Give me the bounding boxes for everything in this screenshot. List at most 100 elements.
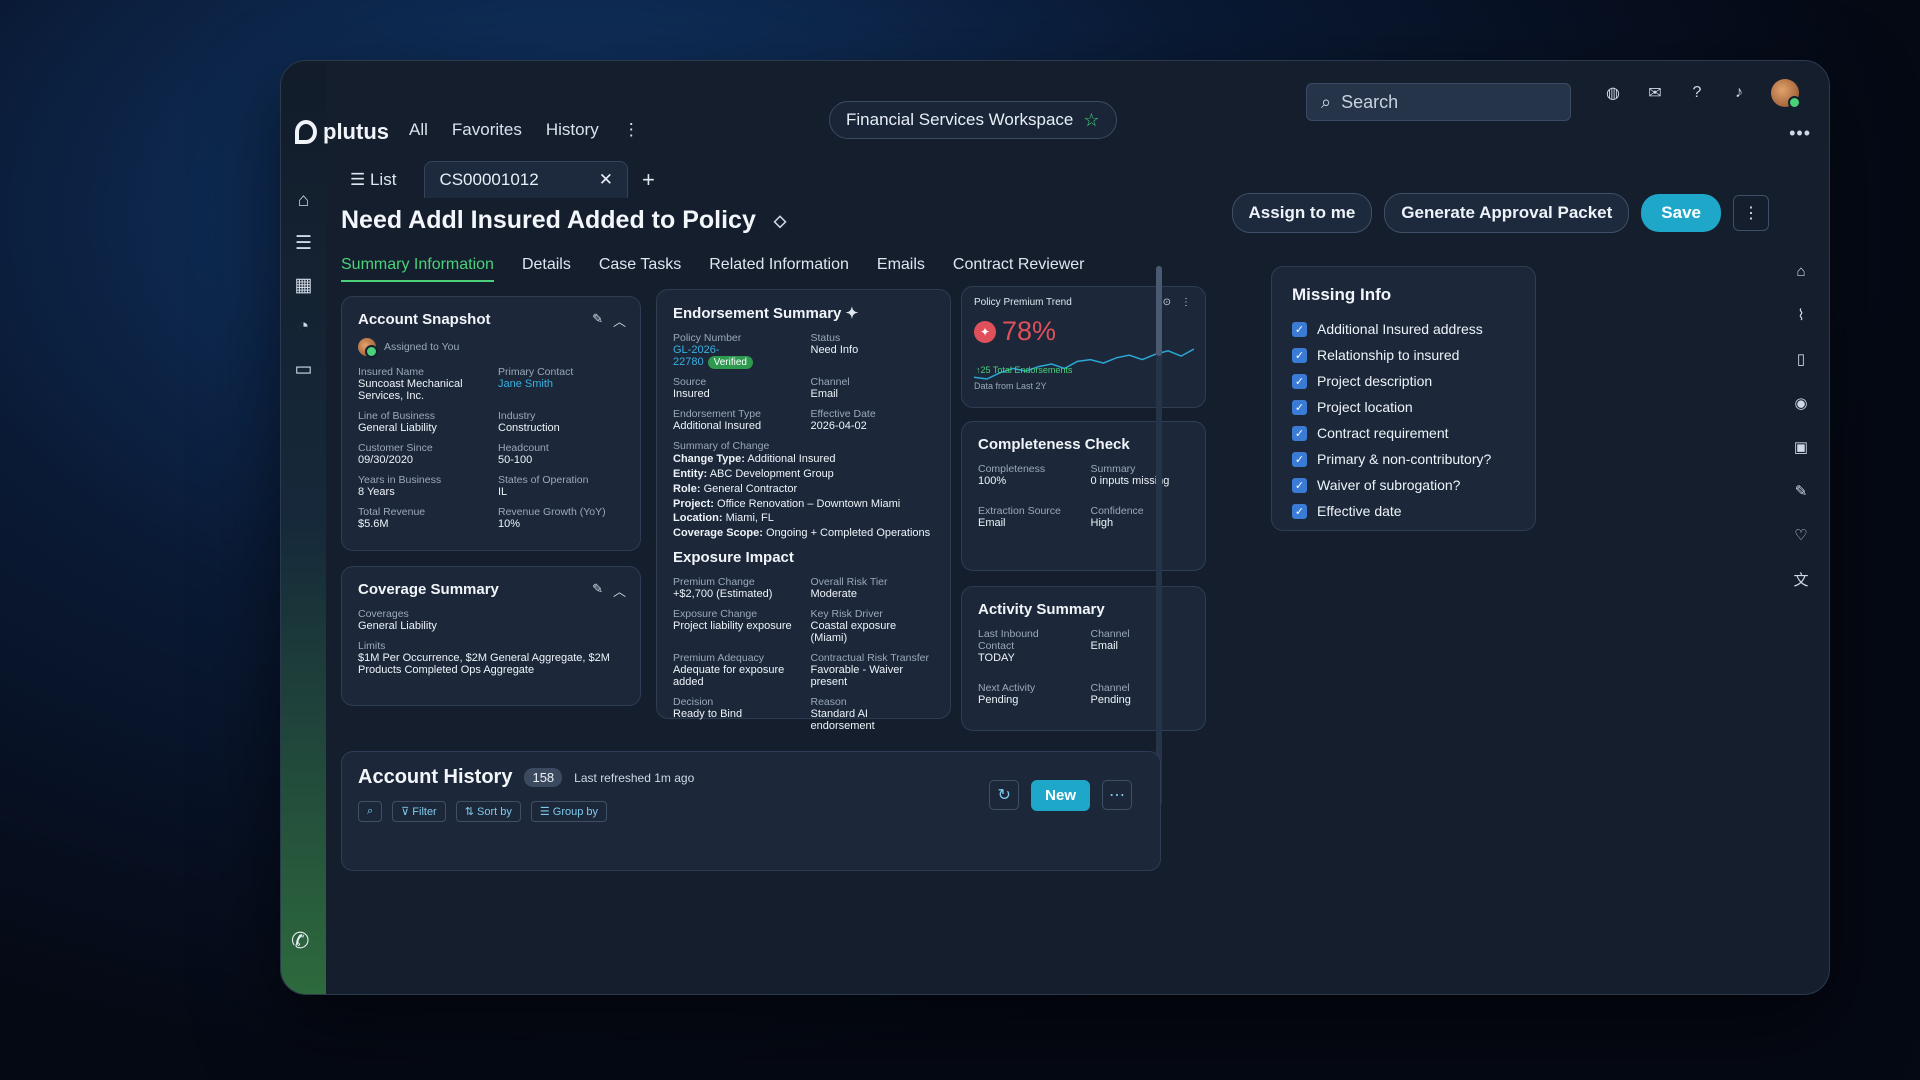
sparkle-icon: ✦ <box>845 305 859 322</box>
checkbox-icon: ✓ <box>1292 477 1307 493</box>
missing-item[interactable]: ✓ Relationship to insured <box>1292 347 1515 363</box>
primary-contact-link[interactable]: Jane Smith <box>498 378 624 390</box>
edit-icon[interactable]: ✎ <box>592 311 603 330</box>
card-title: Missing Info <box>1292 285 1392 304</box>
edit-icon[interactable]: ✎ <box>592 581 603 600</box>
globe-icon[interactable]: ◍ <box>1603 83 1623 103</box>
tab-related[interactable]: Related Information <box>709 256 849 282</box>
plutus-logo-icon <box>295 120 317 144</box>
checkbox-icon: ✓ <box>1292 451 1307 467</box>
app-window: plutus All Favorites History ⋮ Financial… <box>280 60 1830 995</box>
contact-card-icon[interactable]: ▣ <box>1791 437 1811 457</box>
tab-strip: ☰ List CS00001012 ✕ + <box>336 161 655 198</box>
endorsement-summary-card: Endorsement Summary ✦ Policy Number GL-20… <box>656 289 951 732</box>
analytics-icon[interactable]: ◔ <box>294 316 314 337</box>
info-icon[interactable]: ⊙ <box>1163 297 1171 308</box>
checkbox-icon: ✓ <box>1292 347 1307 363</box>
inbox-icon[interactable]: ▭ <box>294 359 314 380</box>
subtabs: Summary Information Details Case Tasks R… <box>341 256 1085 282</box>
group-button[interactable]: ☰ Group by <box>530 801 608 822</box>
translate-icon[interactable]: 文 <box>1791 569 1811 589</box>
collapse-icon[interactable]: ︿ <box>613 311 626 330</box>
activity-icon[interactable]: ◉ <box>1791 393 1811 413</box>
right-rail: ⌂ ⌇ ▯ ◉ ▣ ✎ ♡ 文 <box>1791 261 1811 589</box>
assignee-avatar <box>358 338 378 358</box>
missing-item[interactable]: ✓ Project location <box>1292 399 1515 415</box>
brand-logo[interactable]: plutus <box>295 119 389 145</box>
heart-icon[interactable]: ♡ <box>1791 525 1811 545</box>
coverage-summary-card: Coverage Summary ✎ ︿ Coverages General Li… <box>341 566 641 706</box>
filter-button[interactable]: ⊽ Filter <box>392 801 446 822</box>
history-title: Account History <box>358 766 513 788</box>
endorsements-count: ↑25 Total Endorsements <box>976 365 1073 375</box>
new-button[interactable]: New <box>1031 780 1090 811</box>
workspace-selector[interactable]: Financial Services Workspace ☆ <box>829 101 1117 139</box>
nav-all[interactable]: All <box>409 120 428 140</box>
help-icon[interactable]: ? <box>1687 83 1707 103</box>
search-icon: ⌕ <box>1321 91 1332 112</box>
missing-item[interactable]: ✓ Waiver of subrogation? <box>1292 477 1515 493</box>
nav-more-icon[interactable]: ⋮ <box>623 120 640 140</box>
assign-button[interactable]: Assign to me <box>1231 193 1373 233</box>
missing-item[interactable]: ✓ Contract requirement <box>1292 425 1515 441</box>
pen-icon[interactable]: ✎ <box>1791 481 1811 501</box>
list-icon[interactable]: ☰ <box>294 233 314 254</box>
card-more-icon[interactable]: ⋮ <box>1181 297 1191 308</box>
bell-icon[interactable]: ♪ <box>1729 83 1749 103</box>
phone-icon[interactable]: ✆ <box>291 928 309 954</box>
tab-case-tasks[interactable]: Case Tasks <box>599 256 681 282</box>
exposure-title: Exposure Impact <box>673 549 794 567</box>
search-input[interactable]: ⌕ Search <box>1306 83 1571 121</box>
save-button[interactable]: Save <box>1641 194 1721 232</box>
collapse-icon[interactable]: ︿ <box>613 581 626 600</box>
card-title: Account Snapshot <box>358 311 491 328</box>
completeness-card: Completeness Check Completeness 100% Summ… <box>961 421 1206 571</box>
graduation-icon[interactable]: ⌂ <box>1791 261 1811 281</box>
verified-badge: Verified <box>707 356 753 369</box>
top-nav: All Favorites History ⋮ <box>409 120 640 140</box>
card-title: Coverage Summary <box>358 581 499 598</box>
missing-item[interactable]: ✓ Additional Insured address <box>1292 321 1515 337</box>
brand-name: plutus <box>323 119 389 144</box>
account-snapshot-card: Account Snapshot ✎ ︿ Assigned to You Insu… <box>341 296 641 551</box>
history-search-icon[interactable]: ⌕ <box>358 801 383 822</box>
nav-favorites[interactable]: Favorites <box>452 120 522 140</box>
missing-item[interactable]: ✓ Primary & non-contributory? <box>1292 451 1515 467</box>
main-scrollbar[interactable] <box>1156 266 1162 806</box>
activity-card: Activity Summary Last Inbound Contact TOD… <box>961 586 1206 731</box>
home-icon[interactable]: ⌂ <box>294 190 314 211</box>
chat-icon[interactable]: ✉ <box>1645 83 1665 103</box>
tab-emails[interactable]: Emails <box>877 256 925 282</box>
paperclip-icon[interactable]: ⌇ <box>1791 305 1811 325</box>
tag-icon[interactable]: ◇ <box>774 211 786 231</box>
tab-details[interactable]: Details <box>522 256 571 282</box>
user-avatar[interactable] <box>1771 79 1801 109</box>
generate-packet-button[interactable]: Generate Approval Packet <box>1384 193 1630 233</box>
premium-trend-value: 78% <box>1002 316 1057 346</box>
case-tab-label: CS00001012 <box>439 170 539 189</box>
tab-summary[interactable]: Summary Information <box>341 256 494 282</box>
dashboard-icon[interactable]: ▦ <box>294 275 314 296</box>
missing-item[interactable]: ✓ Effective date <box>1292 503 1515 519</box>
close-icon[interactable]: ✕ <box>599 170 613 190</box>
history-more-icon[interactable]: ⋯ <box>1102 780 1132 810</box>
alert-icon: ✦ <box>974 320 996 343</box>
add-tab-icon[interactable]: + <box>642 167 655 193</box>
left-rail: ⌂ ☰ ▦ ◔ ▭ <box>281 190 326 380</box>
search-placeholder: Search <box>1341 91 1399 112</box>
card-title: Endorsement Summary ✦ <box>673 305 859 322</box>
case-tab[interactable]: CS00001012 ✕ <box>424 161 628 198</box>
missing-item[interactable]: ✓ Project description <box>1292 373 1515 389</box>
nav-history[interactable]: History <box>546 120 599 140</box>
window-more-icon[interactable]: ••• <box>1789 123 1811 144</box>
star-icon[interactable]: ☆ <box>1083 110 1099 131</box>
refresh-icon[interactable]: ↻ <box>989 780 1020 810</box>
checkbox-icon: ✓ <box>1292 321 1307 337</box>
tab-contract[interactable]: Contract Reviewer <box>953 256 1085 282</box>
more-actions-icon[interactable]: ⋮ <box>1733 195 1769 231</box>
sort-button[interactable]: ⇅ Sort by <box>455 801 521 822</box>
header-actions: Assign to me Generate Approval Packet Sa… <box>1231 193 1769 233</box>
document-icon[interactable]: ▯ <box>1791 349 1811 369</box>
checkbox-icon: ✓ <box>1292 503 1307 519</box>
list-tab[interactable]: ☰ List <box>336 164 410 196</box>
